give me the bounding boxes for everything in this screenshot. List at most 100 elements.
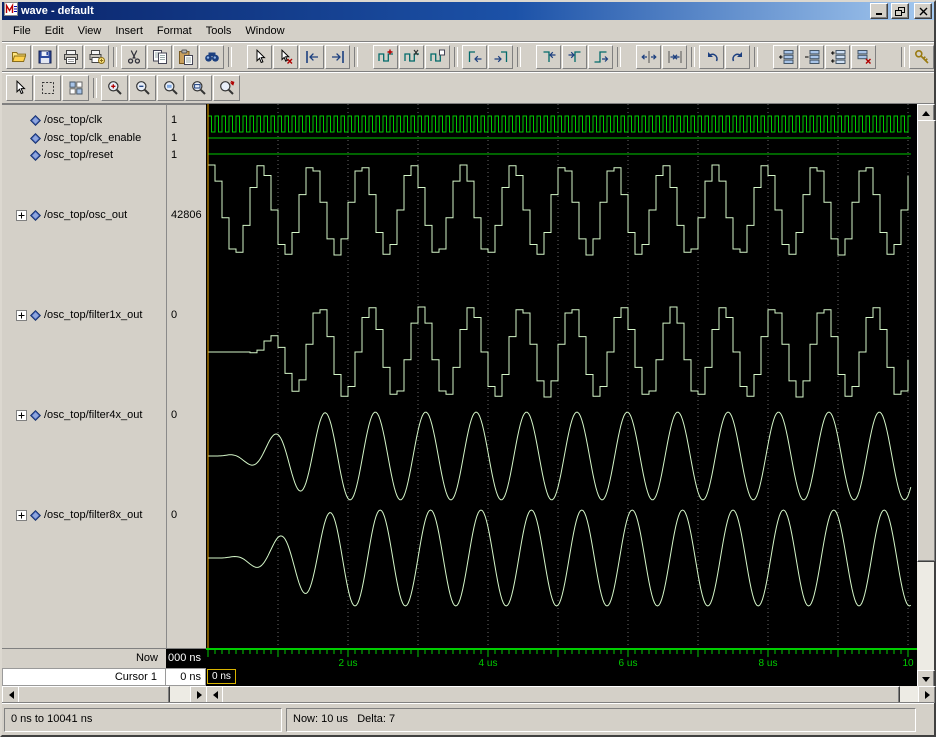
signal-row-filter4x_out[interactable]: /osc_top/filter4x_out xyxy=(4,407,142,423)
pointer-button[interactable] xyxy=(6,74,33,101)
edit-key-button[interactable] xyxy=(909,44,934,69)
signal-row-clk_enable[interactable]: /osc_top/clk_enable xyxy=(4,130,141,146)
timeline-label: 8 us xyxy=(759,658,778,668)
waveform-area[interactable] xyxy=(206,104,917,648)
cursor-time-badge[interactable]: 0 ns xyxy=(207,669,236,684)
group-remove-button[interactable] xyxy=(851,44,876,69)
prev-transition-button[interactable] xyxy=(299,44,324,69)
signal-row-filter1x_out[interactable]: /osc_top/filter1x_out xyxy=(4,307,142,323)
menu-tools[interactable]: Tools xyxy=(199,23,239,39)
cursor-row-value: 0 ns xyxy=(166,668,206,686)
pattern-icon xyxy=(69,81,82,94)
scroll-up-icon xyxy=(922,110,930,116)
cursor-select-icon xyxy=(256,48,266,63)
save-button[interactable] xyxy=(32,44,57,69)
names-hscrollbar[interactable] xyxy=(2,686,208,704)
pattern-button[interactable] xyxy=(62,74,89,101)
open-button[interactable] xyxy=(6,44,31,69)
edge-prev-button[interactable] xyxy=(462,44,487,69)
zoom-cursor-button[interactable] xyxy=(213,74,240,101)
menu-view[interactable]: View xyxy=(71,23,109,39)
vscroll-thumb[interactable] xyxy=(917,120,936,562)
fall-prev-button[interactable] xyxy=(536,44,561,69)
fall-prev-icon xyxy=(543,50,555,62)
signal-row-osc_out[interactable]: /osc_top/osc_out xyxy=(4,207,127,223)
timeline-label: 2 us xyxy=(339,658,358,668)
signal-value-filter8x_out: 0 xyxy=(171,509,178,521)
restore-button[interactable] xyxy=(891,3,909,19)
signal-diamond-icon xyxy=(30,149,41,161)
cut-button[interactable] xyxy=(121,44,146,69)
find-button[interactable] xyxy=(199,44,224,69)
cursor-select-button[interactable] xyxy=(247,44,272,69)
wave-filter4x_out xyxy=(208,411,912,501)
rise-next-button[interactable] xyxy=(588,44,613,69)
edge-prev-icon xyxy=(468,50,481,62)
cursor-delete-icon xyxy=(281,48,292,64)
menu-file[interactable]: File xyxy=(6,23,38,39)
group-expand-all-button[interactable] xyxy=(825,44,850,69)
scroll-right-icon xyxy=(924,691,930,699)
wave-add-button[interactable] xyxy=(373,44,398,69)
edge-next-icon xyxy=(494,50,507,62)
menu-format[interactable]: Format xyxy=(150,23,199,39)
print-setup-button[interactable] xyxy=(84,44,109,69)
signal-row-filter8x_out[interactable]: /osc_top/filter8x_out xyxy=(4,507,142,523)
expand-icon[interactable] xyxy=(16,309,27,321)
collapse-time-button[interactable] xyxy=(662,44,687,69)
zoom-area-icon xyxy=(163,80,178,95)
signal-row-clk[interactable]: /osc_top/clk xyxy=(4,112,102,128)
rise-next-icon xyxy=(594,50,608,63)
group-expand-all-icon xyxy=(830,49,845,64)
timeline-ruler[interactable]: 2 us 4 us 6 us 8 us 10 xyxy=(206,648,917,669)
zoom-full-button[interactable] xyxy=(185,74,212,101)
vertical-scrollbar[interactable] xyxy=(917,104,936,688)
timeline-label: 4 us xyxy=(479,658,498,668)
print-button[interactable] xyxy=(58,44,83,69)
timeline-canvas: 2 us 4 us 6 us 8 us 10 xyxy=(206,648,917,669)
group-expand-icon xyxy=(778,49,793,64)
fall-next-button[interactable] xyxy=(562,44,587,69)
undo-button[interactable] xyxy=(699,44,724,69)
next-transition-button[interactable] xyxy=(325,44,350,69)
waveform-canvas xyxy=(207,104,912,648)
cursor-track[interactable]: 0 ns xyxy=(206,668,917,686)
menu-insert[interactable]: Insert xyxy=(108,23,150,39)
signal-row-reset[interactable]: /osc_top/reset xyxy=(4,147,113,163)
zoom-area-button[interactable] xyxy=(157,74,184,101)
signal-value-filter4x_out: 0 xyxy=(171,409,178,421)
cursor-row-label[interactable]: Cursor 1 xyxy=(2,668,166,686)
edge-next-button[interactable] xyxy=(488,44,513,69)
scroll-left-icon xyxy=(212,691,218,699)
redo-button[interactable] xyxy=(725,44,750,69)
save-icon xyxy=(38,50,51,63)
wave-paste-button[interactable] xyxy=(425,44,450,69)
signal-name: /osc_top/clk xyxy=(44,114,103,126)
paste-button[interactable] xyxy=(173,44,198,69)
wave-hscrollbar[interactable] xyxy=(206,686,936,704)
expand-icon[interactable] xyxy=(16,509,27,521)
cursor-delete-button[interactable] xyxy=(273,44,298,69)
close-button[interactable] xyxy=(914,3,932,19)
zoom-cursor-icon xyxy=(219,80,234,95)
group-expand-button[interactable] xyxy=(773,44,798,69)
zoom-out-button[interactable] xyxy=(129,74,156,101)
toolbar-separator xyxy=(691,46,695,67)
undo-icon xyxy=(707,51,718,61)
title-bar[interactable]: wave - default xyxy=(2,1,934,20)
wave-cut-button[interactable] xyxy=(399,44,424,69)
toolbar-main xyxy=(2,42,934,72)
copy-button[interactable] xyxy=(147,44,172,69)
toolbar-zoom xyxy=(2,72,934,104)
menu-edit[interactable]: Edit xyxy=(38,23,71,39)
group-collapse-button[interactable] xyxy=(799,44,824,69)
signal-diamond-icon xyxy=(30,132,41,144)
marquee-button[interactable] xyxy=(34,74,61,101)
zoom-in-button[interactable] xyxy=(101,74,128,101)
expand-icon[interactable] xyxy=(16,409,27,421)
minimize-button[interactable] xyxy=(870,3,888,19)
expand-icon[interactable] xyxy=(16,209,27,221)
menu-window[interactable]: Window xyxy=(238,23,291,39)
expand-time-button[interactable] xyxy=(636,44,661,69)
toolbar-separator xyxy=(113,46,117,67)
